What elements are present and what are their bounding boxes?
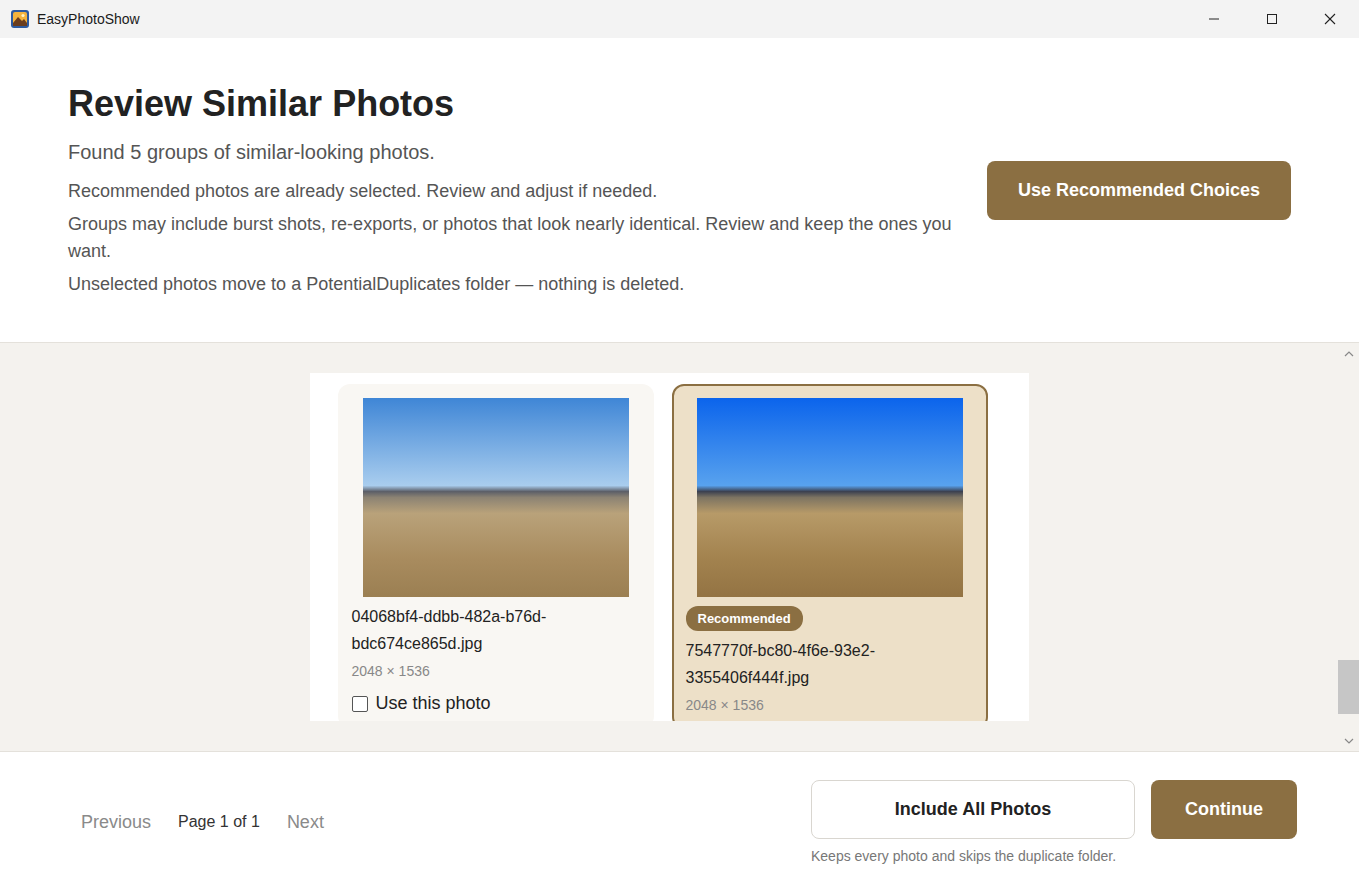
scroll-track[interactable] — [1338, 364, 1359, 730]
file-name: 04068bf4-ddbb-482a-b76d-bdc674ce865d.jpg — [352, 603, 640, 657]
scroll-viewport: 04068bf4-ddbb-482a-b76d-bdc674ce865d.jpg… — [0, 343, 1338, 751]
photo-thumbnail — [363, 398, 629, 597]
button-row: Include All Photos Continue — [811, 780, 1297, 839]
chevron-up-icon — [1344, 350, 1354, 358]
close-icon — [1324, 13, 1336, 25]
use-photo-checkbox[interactable]: Use this photo — [352, 693, 640, 714]
window-title: EasyPhotoShow — [37, 11, 1185, 27]
include-all-caption: Keeps every photo and skips the duplicat… — [811, 847, 1297, 865]
note: Unselected photos move to a PotentialDup… — [68, 271, 958, 298]
continue-button[interactable]: Continue — [1151, 780, 1297, 839]
title-bar: EasyPhotoShow — [0, 0, 1359, 38]
scroll-down-button[interactable] — [1344, 730, 1354, 751]
header: Review Similar Photos Found 5 groups of s… — [0, 38, 1359, 343]
checkbox[interactable] — [352, 696, 368, 712]
app-logo-icon — [10, 9, 30, 29]
recommended-badge: Recommended — [686, 606, 803, 631]
page-indicator: Page 1 of 1 — [178, 813, 260, 831]
file-name: 7547770f-bc80-4f6e-93e2-3355406f444f.jpg — [686, 637, 974, 691]
photo-group: 04068bf4-ddbb-482a-b76d-bdc674ce865d.jpg… — [310, 373, 1029, 721]
scrollbar[interactable] — [1338, 343, 1359, 751]
chevron-down-icon — [1344, 737, 1354, 745]
footer-actions: Include All Photos Continue Keeps every ph… — [811, 780, 1297, 865]
maximize-button[interactable] — [1243, 0, 1301, 38]
checkbox-label: Use this photo — [376, 693, 491, 714]
photo-thumbnail — [697, 398, 963, 597]
dimensions: 2048 × 1536 — [352, 661, 640, 681]
dimensions: 2048 × 1536 — [686, 695, 974, 715]
next-button[interactable]: Next — [274, 806, 337, 839]
use-recommended-button[interactable]: Use Recommended Choices — [987, 161, 1291, 220]
close-button[interactable] — [1301, 0, 1359, 38]
minimize-icon — [1208, 13, 1220, 25]
include-all-button[interactable]: Include All Photos — [811, 780, 1135, 839]
header-text: Review Similar Photos Found 5 groups of s… — [68, 82, 958, 298]
footer: Previous Page 1 of 1 Next Include All Photo… — [0, 751, 1359, 892]
photo-card[interactable]: Recommended 7547770f-bc80-4f6e-93e2-33554… — [672, 384, 988, 721]
scroll-thumb[interactable] — [1338, 660, 1359, 714]
previous-button[interactable]: Previous — [68, 806, 164, 839]
note: Recommended photos are already selected.… — [68, 178, 958, 205]
photo-card[interactable]: 04068bf4-ddbb-482a-b76d-bdc674ce865d.jpg… — [338, 384, 654, 721]
scroll-up-button[interactable] — [1344, 343, 1354, 364]
minimize-button[interactable] — [1185, 0, 1243, 38]
review-area: 04068bf4-ddbb-482a-b76d-bdc674ce865d.jpg… — [0, 343, 1359, 751]
app-icon — [10, 9, 30, 29]
summary: Found 5 groups of similar-looking photos… — [68, 138, 958, 166]
note: Groups may include burst shots, re-expor… — [68, 211, 958, 265]
pagination: Previous Page 1 of 1 Next — [68, 806, 337, 839]
maximize-icon — [1266, 13, 1278, 25]
page-title: Review Similar Photos — [68, 82, 958, 126]
